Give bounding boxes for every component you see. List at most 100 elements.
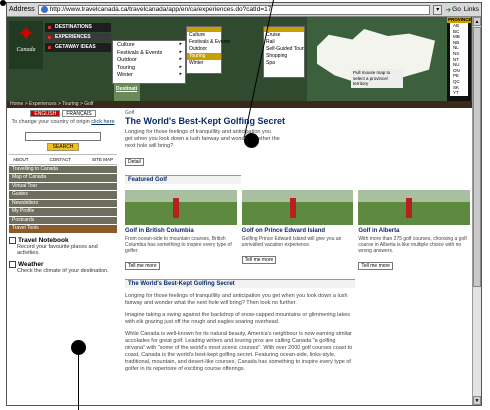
menu-item[interactable]: Festivals & Events	[187, 39, 230, 46]
contact-link[interactable]: CONTACT	[50, 157, 71, 162]
submenu-touring[interactable]: Touring ▸	[113, 64, 185, 72]
photo-sky	[358, 190, 471, 202]
chevron-right-icon: ▸	[179, 56, 182, 62]
scroll-thumb[interactable]	[473, 27, 481, 287]
about-link[interactable]: ABOUT	[13, 157, 29, 162]
annotation-marker	[71, 340, 86, 355]
tell-me-more-button[interactable]: Tell me more	[358, 262, 393, 270]
submenu-outdoor[interactable]: Outdoor ▸	[113, 56, 185, 64]
vertical-scrollbar[interactable]: ▲ ▼	[472, 17, 481, 405]
sitemap-link[interactable]: SITE MAP	[92, 157, 113, 162]
card-title[interactable]: Golf in Alberta	[358, 228, 470, 235]
province-link[interactable]: YT	[450, 90, 468, 96]
left-nav-item-active[interactable]: Travel Tools	[9, 225, 117, 233]
chevron-right-icon: ▸	[179, 48, 182, 55]
page-icon	[40, 6, 48, 13]
map-instructions: Pull mouse map to select a province/ ter…	[351, 69, 403, 88]
logo-wordmark: Canada	[16, 47, 36, 53]
nav-destinations[interactable]: DESTINATIONS	[45, 23, 111, 32]
card-desc: From ocean-side to mountain courses, Bri…	[125, 236, 232, 254]
menu-item[interactable]: Culture	[187, 32, 221, 39]
left-nav-item[interactable]: Map of Canada	[9, 174, 117, 182]
featured-card[interactable]: Golf in British Columbia From ocean-side…	[125, 190, 237, 272]
weather-desc: Check the climate of your destination.	[17, 267, 109, 274]
card-desc: Golfing Prince Edward Island will give y…	[241, 236, 342, 248]
left-nav-item[interactable]: Newsletters	[9, 199, 117, 207]
category-submenu: Culture Festivals & Events Outdoor Touri…	[186, 26, 230, 74]
experiences-submenu: Culture ▸ Festivals & Events ▸ Outdoor ▸ To…	[112, 40, 186, 84]
tell-me-more-button[interactable]: Tell me more	[241, 256, 277, 264]
url-field[interactable]: http://www.travelcanada.ca/travelcanada/…	[37, 4, 431, 15]
breadcrumb[interactable]: Home > Experiences > Touring > Golf	[7, 101, 472, 108]
left-nav-item[interactable]: Guides	[9, 191, 117, 199]
left-nav-item[interactable]: My Profile	[9, 208, 117, 216]
travel-notebook-box[interactable]: Travel Notebook Record your favourite pl…	[9, 236, 117, 257]
chevron-right-icon: ▸	[179, 41, 182, 47]
links-button[interactable]: Links	[464, 6, 479, 13]
lang-french-button[interactable]: FRANÇAIS	[62, 110, 96, 117]
submenu-label: Touring	[117, 64, 136, 71]
header-photo[interactable]: Destinati	[114, 83, 140, 101]
maple-leaf-icon: ✦	[16, 21, 36, 46]
search-button[interactable]: SEARCH	[47, 142, 79, 151]
body-paragraph: Longing for those feelings of tranquilli…	[125, 293, 348, 306]
menu-item[interactable]: Cruise	[264, 32, 304, 39]
menu-item[interactable]: Winter	[187, 60, 221, 67]
body-paragraph: Imagine taking a swing against the backd…	[125, 312, 351, 325]
weather-icon	[9, 260, 16, 268]
canada-map[interactable]: Pull mouse map to select a province/ ter…	[307, 17, 447, 101]
left-nav: Travelling to Canada Map of Canada Virtu…	[9, 165, 117, 233]
card-title[interactable]: Golf on Prince Edward Island	[242, 228, 354, 235]
section-heading: The World's Best-Kept Golfing Secret	[125, 279, 355, 288]
go-label: Go	[452, 6, 461, 13]
go-button[interactable]: ➜ Go	[445, 6, 461, 14]
submenu-label: Winter	[117, 72, 133, 78]
lang-english-button[interactable]: ENGLISH	[30, 110, 61, 117]
main-nav: DESTINATIONS EXPERIENCES GETAWAY IDEAS	[45, 23, 111, 53]
url-text: http://www.travelcanada.ca/travelcanada/…	[49, 6, 272, 13]
menu-item-active[interactable]: Touring	[187, 53, 221, 60]
menu-item[interactable]: Self-Guided Tours	[264, 46, 304, 53]
canada-logo[interactable]: ✦ Canada	[9, 21, 43, 69]
url-dropdown-button[interactable]: ▾	[433, 4, 443, 15]
scroll-down-arrow-icon[interactable]: ▼	[473, 396, 481, 405]
golf-photo[interactable]	[358, 190, 471, 225]
left-sidebar: ENGLISH FRANÇAIS To change your country …	[9, 110, 117, 400]
annotation-marker	[0, 0, 6, 6]
search-input[interactable]	[25, 131, 101, 141]
site-header: ✦ Canada DESTINATIONS EXPERIENCES GETAWA…	[7, 17, 472, 101]
address-bar: Address http://www.travelcanada.ca/trave…	[7, 3, 481, 17]
tell-me-more-button[interactable]: Tell me more	[125, 262, 160, 270]
scroll-up-arrow-icon[interactable]: ▲	[473, 17, 481, 26]
detail-button[interactable]: Detail	[125, 158, 144, 166]
golf-photo[interactable]	[241, 190, 354, 225]
notebook-icon	[9, 236, 16, 244]
address-label: Address	[9, 6, 35, 13]
featured-heading: Featured Golf	[125, 175, 241, 184]
weather-box[interactable]: Weather Check the climate of your destin…	[9, 260, 117, 275]
submenu-festivals[interactable]: Festivals & Events ▸	[113, 49, 185, 57]
card-title[interactable]: Golf in British Columbia	[125, 228, 237, 235]
notebook-desc: Record your favourite places and activit…	[17, 243, 98, 257]
change-text: To change your country of origin	[11, 119, 90, 125]
left-nav-item[interactable]: Virtual Tour	[9, 182, 117, 190]
photo-sky	[125, 190, 237, 202]
nav-getaway-ideas[interactable]: GETAWAY IDEAS	[45, 43, 111, 52]
featured-card[interactable]: Golf on Prince Edward Island Golfing Pri…	[241, 190, 354, 272]
submenu-culture[interactable]: Culture ▸	[113, 41, 185, 49]
featured-card[interactable]: Golf in Alberta With more than 275 golf …	[358, 190, 471, 272]
submenu-winter[interactable]: Winter ▸	[113, 71, 185, 79]
photo-link[interactable]: Destinati	[116, 86, 137, 92]
nav-experiences[interactable]: EXPERIENCES	[45, 33, 111, 42]
annotation-line	[78, 352, 79, 410]
chevron-right-icon: ▸	[179, 63, 182, 70]
left-nav-item[interactable]: Postcards	[9, 216, 117, 224]
menu-item[interactable]: Shopping	[264, 53, 304, 60]
annotation-marker	[244, 133, 259, 148]
golf-photo[interactable]	[125, 190, 237, 225]
left-nav-item[interactable]: Travelling to Canada	[9, 165, 117, 173]
menu-item[interactable]: Outdoor	[187, 46, 221, 53]
menu-item[interactable]: Rail	[264, 39, 304, 46]
change-country-link[interactable]: click here	[91, 119, 114, 125]
menu-item[interactable]: Spa	[264, 60, 304, 67]
